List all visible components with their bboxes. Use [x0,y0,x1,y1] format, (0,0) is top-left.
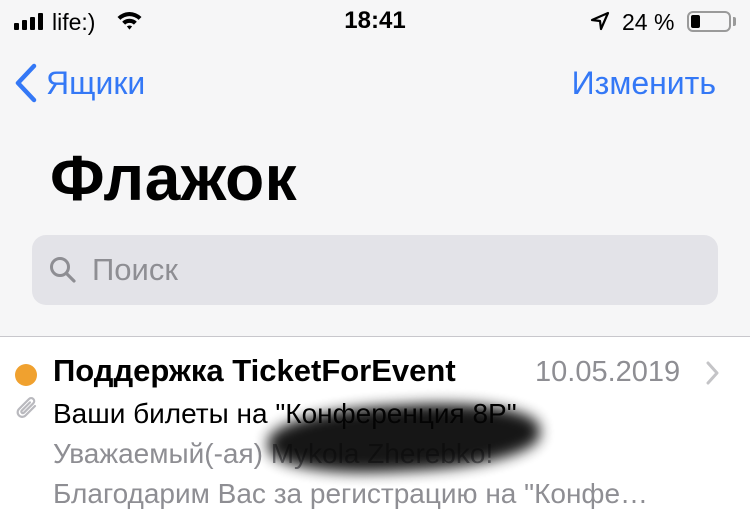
paperclip-icon [14,395,40,428]
message-preview-line-2: Благодарим Вас за регистрацию на "Конфе… [53,478,649,509]
location-arrow-icon [590,11,610,36]
page-title: Флажок [50,142,298,214]
search-field[interactable] [32,235,718,305]
battery-cap [733,17,736,26]
battery-level-fill [691,15,700,28]
search-icon [50,257,76,283]
message-sender: Поддержка TicketForEvent [53,353,456,388]
status-bar: life:) 18:41 24 % [0,0,750,42]
unread-dot-icon [15,364,37,386]
back-button-label: Ящики [46,65,146,101]
chevron-left-icon [15,63,37,103]
battery-icon [687,11,731,32]
chevron-right-icon [705,361,719,390]
back-button[interactable]: Ящики [14,60,145,106]
search-input[interactable] [92,252,672,288]
edit-button[interactable]: Изменить [572,60,716,106]
message-date: 10.05.2019 [535,356,681,388]
battery-percent: 24 % [622,9,675,35]
